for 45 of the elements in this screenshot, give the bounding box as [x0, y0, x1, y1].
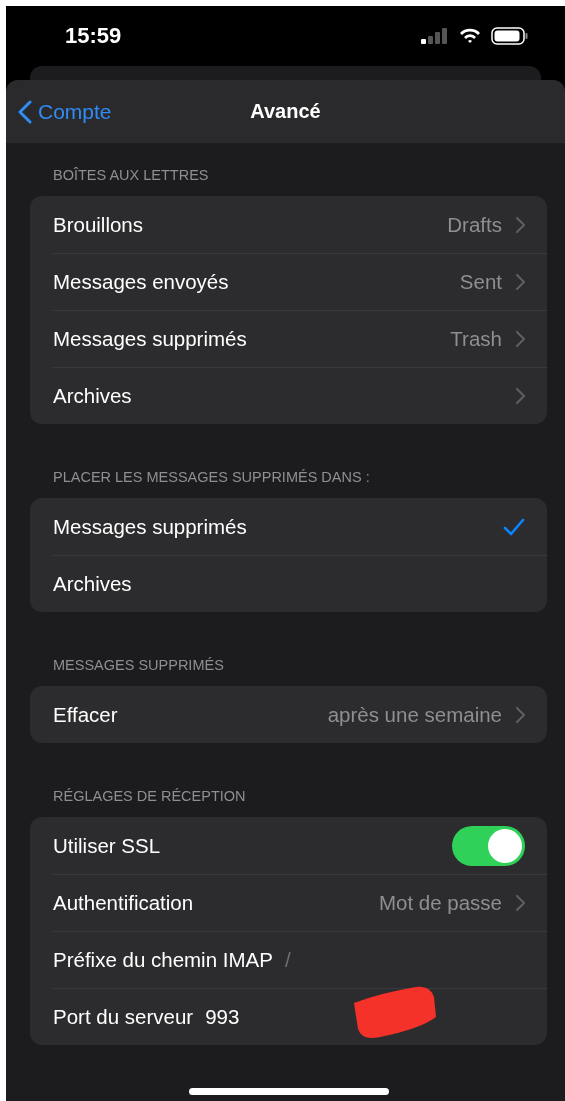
chevron-icon [516, 216, 525, 233]
option-row[interactable]: Messages supprimés [30, 498, 547, 555]
status-time: 15:59 [65, 23, 123, 49]
settings-row[interactable]: Messages envoyés Sent [30, 253, 547, 310]
section-header: MESSAGES SUPPRIMÉS [53, 656, 225, 675]
settings-row[interactable]: Effacer après une semaine [30, 686, 547, 743]
row-label: Brouillons [53, 212, 144, 237]
signal-icon [421, 28, 449, 44]
chevron-icon [516, 273, 525, 290]
chevron-icon [516, 387, 525, 404]
row-value: Drafts [447, 212, 502, 237]
row-label: Utiliser SSL [53, 833, 161, 858]
chevron-icon [516, 706, 525, 723]
section-header: PLACER LES MESSAGES SUPPRIMÉS DANS : [53, 468, 371, 487]
row-value: Trash [450, 326, 502, 351]
row-label: Port du serveur [53, 1004, 194, 1029]
battery-icon [491, 27, 529, 45]
toggle-switch[interactable] [452, 825, 525, 866]
back-chevron-icon [18, 99, 32, 124]
row-label: Messages envoyés [53, 269, 229, 294]
input-field[interactable]: 993 [205, 1004, 525, 1029]
row-label: Messages supprimés [53, 514, 247, 539]
row-value: Sent [459, 269, 502, 294]
row-label: Archives [53, 571, 132, 596]
section-header: RÉGLAGES DE RÉCEPTION [53, 787, 247, 806]
row-label: Effacer [53, 702, 118, 727]
back-link[interactable]: Compte [18, 80, 112, 143]
row-label: Messages supprimés [53, 326, 247, 351]
nav-title: Avancé [250, 100, 321, 123]
section-header: BOÎTES AUX LETTRES [53, 166, 210, 185]
row-value: Mot de passe [378, 890, 502, 915]
checkmark-icon [503, 517, 525, 536]
settings-row[interactable]: Messages supprimés Trash [30, 310, 547, 367]
chevron-icon [516, 894, 525, 911]
settings-row[interactable]: Archives [30, 367, 547, 424]
option-row[interactable]: Archives [30, 555, 547, 612]
input-field[interactable]: / [284, 947, 525, 972]
row-value: après une semaine [327, 702, 502, 727]
settings-row[interactable]: Authentification Mot de passe [30, 874, 547, 931]
row-label: Archives [53, 383, 132, 408]
settings-row[interactable]: Brouillons Drafts [30, 196, 547, 253]
wifi-icon [459, 28, 481, 44]
row-label: Authentification [53, 890, 194, 915]
row-label: Préfixe du chemin IMAP [53, 947, 273, 972]
chevron-icon [516, 330, 525, 347]
